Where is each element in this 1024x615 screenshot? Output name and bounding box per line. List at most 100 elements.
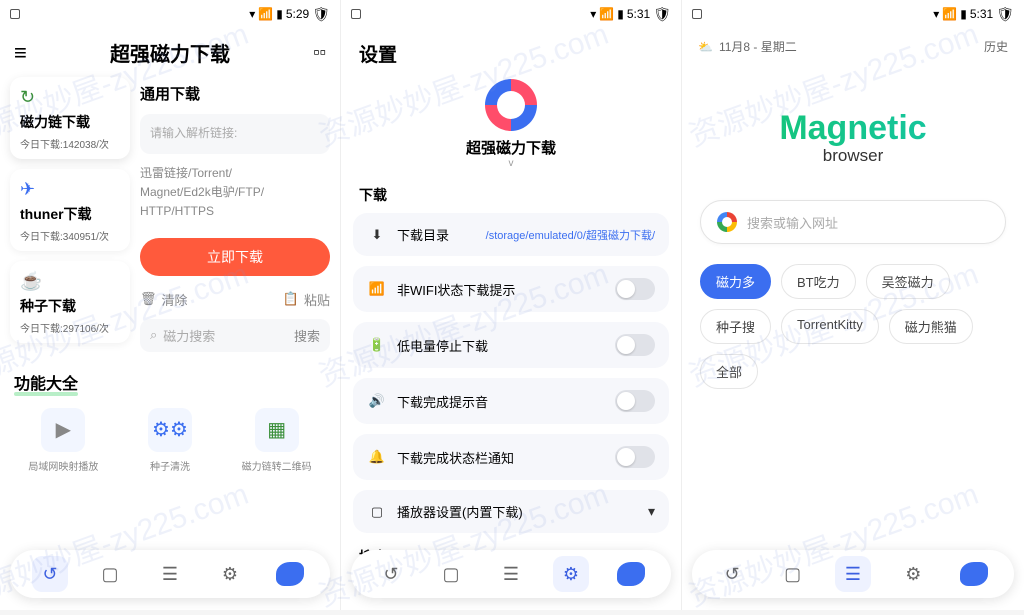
grid-icon[interactable]: ▫▫	[313, 42, 326, 63]
general-title: 通用下载	[140, 83, 330, 104]
func-seed-clean[interactable]: ⚙⚙种子清洗	[125, 408, 215, 473]
status-bar: ▾ 📶 ▮ 5:31 🛡	[341, 0, 681, 28]
chip[interactable]: 磁力熊猫	[889, 309, 973, 344]
nav-profile[interactable]	[956, 556, 992, 592]
chip[interactable]: 全部	[700, 354, 758, 389]
sound-icon: 🔊	[367, 393, 387, 409]
download-button[interactable]: 立即下载	[140, 238, 330, 276]
app-status-icon	[10, 9, 20, 19]
search-button[interactable]: 搜索	[294, 326, 320, 345]
card-thunder[interactable]: ✈ thuner下载 今日下载:340951/次	[10, 169, 130, 251]
page-title: 超强磁力下载	[110, 38, 230, 67]
settings-list: ⬇下载目录/storage/emulated/0/超强磁力下载/ 📶非WIFI状…	[341, 213, 681, 533]
nav-tabs[interactable]: ☰	[152, 556, 188, 592]
app-info: 超强磁力下载 v	[341, 73, 681, 171]
nav-settings[interactable]: ⚙	[895, 556, 931, 592]
card-magnet[interactable]: ↻ 磁力链下载 今日下载:142038/次	[10, 77, 130, 159]
app-status-icon	[351, 9, 361, 19]
screen-main: ▾ 📶 ▮ 5:29 🛡 ≡ 超强磁力下载 ▫▫ ↻ 磁力链下载 今日下载:14…	[0, 0, 341, 610]
wifi-icon: ▾	[590, 7, 596, 21]
nav-profile[interactable]	[272, 556, 308, 592]
status-bar: ▾ 📶 ▮ 5:29 🛡	[0, 0, 340, 28]
download-type-list: ↻ 磁力链下载 今日下载:142038/次 ✈ thuner下载 今日下载:34…	[10, 77, 130, 352]
paste-button[interactable]: 📋粘贴	[283, 290, 330, 309]
screen-settings: ▾ 📶 ▮ 5:31 🛡 设置 超强磁力下载 v 下载 ⬇下载目录/storag…	[341, 0, 682, 610]
screen-browser: ▾ 📶 ▮ 5:31 🛡 ⛅11月8 - 星期二 历史 Magnetic bro…	[682, 0, 1024, 610]
app-version: v	[341, 158, 681, 169]
battery-icon: 🔋	[367, 337, 387, 353]
signal-icon: 📶	[258, 7, 273, 21]
chip[interactable]: 种子搜	[700, 309, 771, 344]
nav-home[interactable]: ↺	[32, 556, 68, 592]
signal-icon: 📶	[942, 7, 957, 21]
row-low-battery[interactable]: 🔋低电量停止下载	[353, 322, 669, 368]
player-icon: ▢	[367, 504, 387, 520]
toggle[interactable]	[615, 390, 655, 412]
chip[interactable]: TorrentKitty	[781, 309, 879, 344]
bell-icon: 🔔	[367, 449, 387, 465]
func-magnet-qr[interactable]: ▦磁力链转二维码	[232, 408, 322, 473]
app-name: 超强磁力下载	[341, 137, 681, 158]
logo-line2: browser	[682, 146, 1024, 166]
bottom-nav: ↺ ▢ ☰ ⚙	[692, 550, 1014, 598]
nav-home[interactable]: ↺	[373, 556, 409, 592]
link-input[interactable]: 请输入解析链接:	[140, 114, 330, 154]
wifi-icon: ▾	[249, 7, 255, 21]
nav-tabs[interactable]: ☰	[835, 556, 871, 592]
nav-settings[interactable]: ⚙	[553, 556, 589, 592]
app-logo	[485, 79, 537, 131]
date-label: ⛅11月8 - 星期二	[698, 38, 797, 55]
clear-button[interactable]: 🗑清除	[140, 290, 188, 309]
chip[interactable]: 吴签磁力	[866, 264, 950, 299]
settings-title: 设置	[341, 28, 681, 73]
battery-icon: ▮	[960, 7, 967, 21]
card-seed[interactable]: ☕ 种子下载 今日下载:297106/次	[10, 261, 130, 343]
nav-profile[interactable]	[613, 556, 649, 592]
bottom-nav: ↺ ▢ ☰ ⚙	[351, 550, 671, 598]
status-bar: ▾ 📶 ▮ 5:31 🛡	[682, 0, 1024, 28]
search-icon: ⌕	[150, 327, 157, 343]
nav-home[interactable]: ↺	[714, 556, 750, 592]
paste-icon: 📋	[283, 291, 299, 307]
clock: 5:29	[286, 7, 309, 21]
thunder-icon: ✈	[20, 179, 120, 200]
nav-settings[interactable]: ⚙	[212, 556, 248, 592]
section-download: 下载	[341, 171, 681, 213]
history-button[interactable]: 历史	[984, 38, 1008, 55]
battery-icon: ▮	[276, 7, 283, 21]
search-placeholder: 搜索或输入网址	[747, 213, 838, 232]
nav-tv[interactable]: ▢	[433, 556, 469, 592]
row-download-dir[interactable]: ⬇下载目录/storage/emulated/0/超强磁力下载/	[353, 213, 669, 256]
battery-icon: ▮	[617, 7, 624, 21]
wifi-icon: 📶	[367, 281, 387, 297]
search-placeholder: 磁力搜索	[163, 326, 215, 345]
chip[interactable]: BT吃力	[781, 264, 856, 299]
protocol-hint: 迅雷链接/Torrent/ Magnet/Ed2k电驴/FTP/ HTTP/HT…	[140, 164, 330, 222]
nav-tabs[interactable]: ☰	[493, 556, 529, 592]
magnet-search[interactable]: ⌕ 磁力搜索 搜索	[140, 319, 330, 352]
nav-tv[interactable]: ▢	[775, 556, 811, 592]
row-player[interactable]: ▢播放器设置(内置下载)▾	[353, 490, 669, 533]
chip-active[interactable]: 磁力多	[700, 264, 771, 299]
toggle[interactable]	[615, 446, 655, 468]
menu-icon[interactable]: ≡	[14, 40, 27, 66]
weather-icon: ⛅	[698, 40, 713, 54]
clock: 5:31	[627, 7, 650, 21]
qr-icon: ▦	[255, 408, 299, 452]
nav-tv[interactable]: ▢	[92, 556, 128, 592]
chevron-down-icon: ▾	[648, 503, 655, 520]
row-wifi-warn[interactable]: 📶非WIFI状态下载提示	[353, 266, 669, 312]
app-status-icon	[692, 9, 702, 19]
toggle[interactable]	[615, 278, 655, 300]
download-path: /storage/emulated/0/超强磁力下载/	[486, 227, 655, 243]
row-notification[interactable]: 🔔下载完成状态栏通知	[353, 434, 669, 480]
card-title: thuner下载	[20, 204, 120, 224]
download-icon: ⬇	[367, 227, 387, 243]
row-sound[interactable]: 🔊下载完成提示音	[353, 378, 669, 424]
card-title: 种子下载	[20, 296, 120, 316]
card-sub: 今日下载:297106/次	[20, 320, 120, 335]
toggle[interactable]	[615, 334, 655, 356]
shield-icon: 🛡	[996, 6, 1014, 23]
func-lan-play[interactable]: ▶局域网映射播放	[18, 408, 108, 473]
search-bar[interactable]: 搜索或输入网址	[700, 200, 1006, 244]
